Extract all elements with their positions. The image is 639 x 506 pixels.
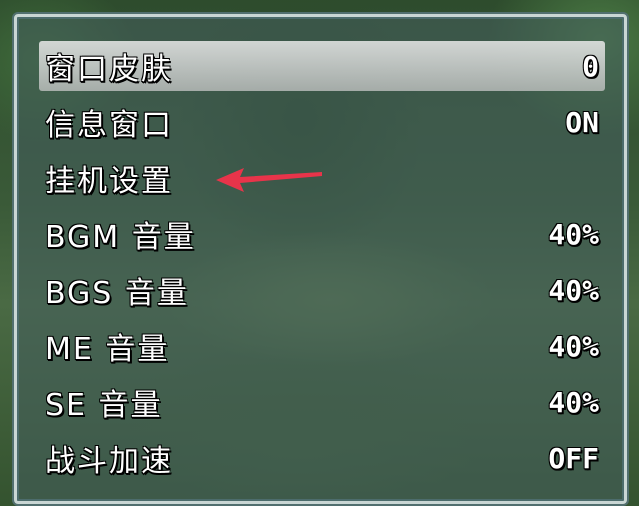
option-label: 信息窗口 <box>45 108 173 143</box>
option-label: BGS 音量 <box>45 276 189 311</box>
option-battle-speedup[interactable]: 战斗加速 OFF <box>39 433 605 483</box>
option-se-volume[interactable]: SE 音量 40% <box>39 377 605 427</box>
option-value: 40% <box>548 217 599 251</box>
red-arrow-icon <box>216 168 322 192</box>
option-value: 40% <box>548 273 599 307</box>
option-label: SE 音量 <box>45 388 163 423</box>
option-value: 0 <box>582 49 599 83</box>
option-message-window[interactable]: 信息窗口 ON <box>39 97 605 147</box>
option-label: 挂机设置 <box>45 164 173 199</box>
option-me-volume[interactable]: ME 音量 40% <box>39 321 605 371</box>
option-label: 窗口皮肤 <box>45 52 173 87</box>
option-label: ME 音量 <box>45 332 170 367</box>
option-value: 40% <box>548 385 599 419</box>
option-label: 战斗加速 <box>45 444 173 479</box>
option-bgs-volume[interactable]: BGS 音量 40% <box>39 265 605 315</box>
option-bgm-volume[interactable]: BGM 音量 40% <box>39 209 605 259</box>
option-label: BGM 音量 <box>45 220 196 255</box>
option-value: 40% <box>548 329 599 363</box>
options-window: 窗口皮肤 0 信息窗口 ON 挂机设置 BGM 音量 40% BGS 音量 40… <box>14 14 627 504</box>
option-value: OFF <box>548 441 599 475</box>
option-window-skin[interactable]: 窗口皮肤 0 <box>39 41 605 91</box>
option-value: ON <box>565 105 599 139</box>
